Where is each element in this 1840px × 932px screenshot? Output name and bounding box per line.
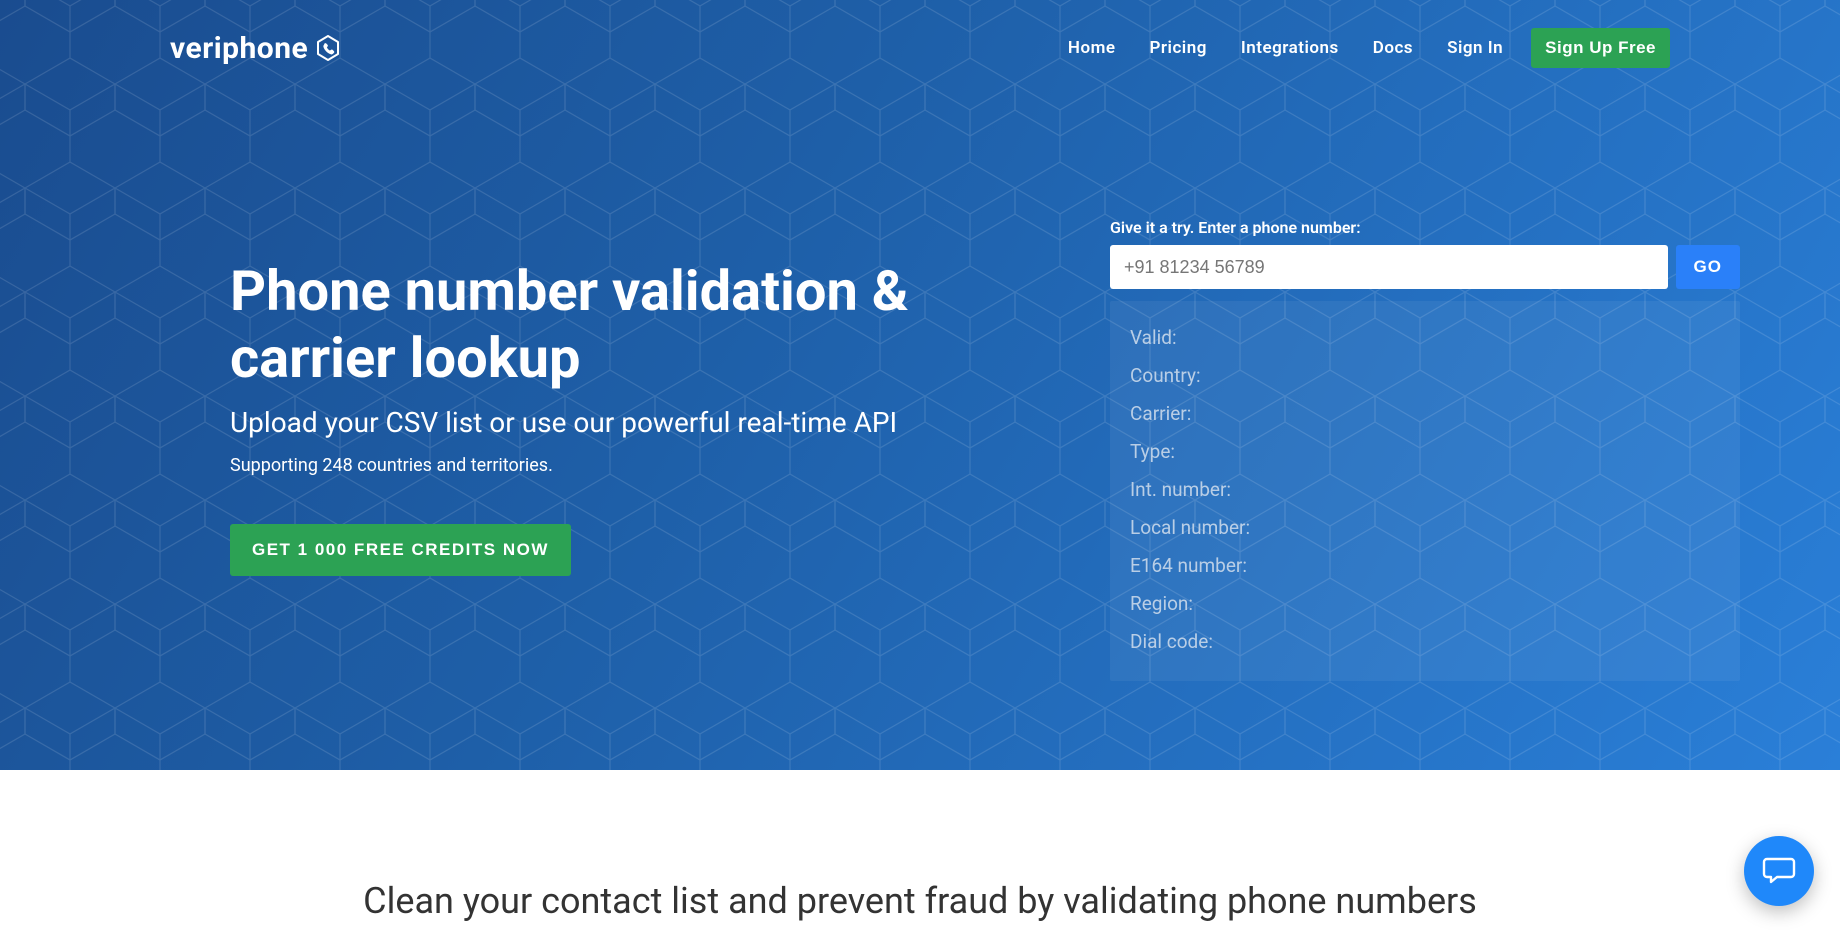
result-e164-number: E164 number: <box>1130 547 1720 585</box>
signup-button[interactable]: Sign Up Free <box>1531 28 1670 68</box>
logo[interactable]: veriphone <box>170 31 342 66</box>
hero-supporting: Supporting 248 countries and territories… <box>230 455 1040 476</box>
go-button[interactable]: GO <box>1676 245 1740 289</box>
nav-integrations[interactable]: Integrations <box>1235 28 1345 68</box>
nav-home[interactable]: Home <box>1062 28 1122 68</box>
chat-icon <box>1761 851 1797 891</box>
phone-input[interactable] <box>1110 245 1668 289</box>
result-dial-code: Dial code: <box>1130 623 1720 661</box>
result-int-number: Int. number: <box>1130 471 1720 509</box>
logo-hex-icon <box>314 34 342 62</box>
hero-subtitle: Upload your CSV list or use our powerful… <box>230 406 1040 439</box>
nav-docs[interactable]: Docs <box>1367 28 1419 68</box>
result-country: Country: <box>1130 357 1720 395</box>
result-valid: Valid: <box>1130 319 1720 357</box>
result-local-number: Local number: <box>1130 509 1720 547</box>
get-credits-button[interactable]: GET 1 000 FREE CREDITS NOW <box>230 524 571 576</box>
nav-links: Home Pricing Integrations Docs Sign In S… <box>1062 28 1670 68</box>
nav-pricing[interactable]: Pricing <box>1144 28 1213 68</box>
section2-headline: Clean your contact list and prevent frau… <box>40 880 1800 922</box>
tryit-label: Give it a try. Enter a phone number: <box>1110 218 1740 237</box>
result-panel: Valid: Country: Carrier: Type: Int. numb… <box>1110 301 1740 681</box>
result-region: Region: <box>1130 585 1720 623</box>
logo-text: veriphone <box>170 31 308 66</box>
result-carrier: Carrier: <box>1130 395 1720 433</box>
chat-widget-button[interactable] <box>1744 836 1814 906</box>
nav-signin[interactable]: Sign In <box>1441 28 1509 68</box>
top-nav: veriphone Home Pricing Integrations Docs… <box>170 0 1670 68</box>
result-type: Type: <box>1130 433 1720 471</box>
hero-title: Phone number validation & carrier lookup <box>230 258 1040 392</box>
